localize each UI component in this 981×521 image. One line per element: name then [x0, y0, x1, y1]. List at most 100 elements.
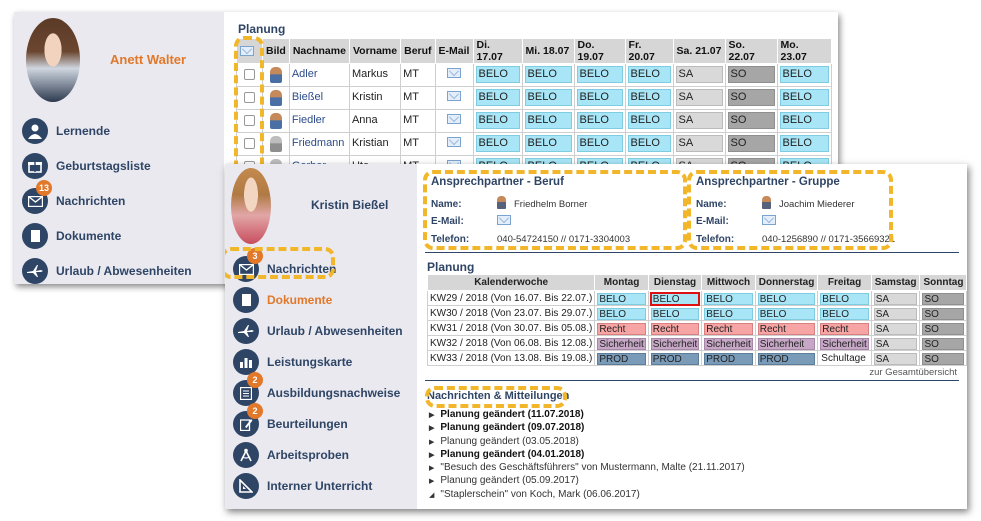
day-cell[interactable]: Schultage [817, 350, 872, 366]
day-cell[interactable]: Sicherheit [594, 335, 649, 351]
sidebar-item-leistungskarte[interactable]: Leistungskarte [233, 349, 352, 375]
day-cell[interactable]: Sicherheit [647, 335, 703, 351]
sidebar-item-nachrichten[interactable]: 13 Nachrichten [22, 180, 125, 214]
day-cell[interactable]: BELO [521, 63, 575, 87]
sidebar-item-dokumente[interactable]: Dokumente [22, 223, 121, 249]
day-cell[interactable]: SA [672, 86, 726, 110]
envelope-icon[interactable] [447, 114, 462, 124]
day-cell[interactable]: SA [870, 305, 921, 321]
day-cell[interactable]: BELO [817, 305, 872, 321]
day-cell[interactable]: SO [724, 132, 778, 156]
message-item[interactable]: ▶ Planung geändert (05.09.2017) [429, 474, 745, 487]
sidebar-item-dokumente[interactable]: Dokumente [233, 287, 332, 313]
day-cell[interactable]: BELO [472, 63, 523, 87]
sidebar-item-urlaub[interactable]: Urlaub / Abwesenheiten [233, 318, 403, 344]
message-item[interactable]: ▶ Planung geändert (11.07.2018) [429, 408, 745, 421]
nachname-cell[interactable]: Adler [288, 63, 350, 87]
day-cell[interactable]: SO [724, 109, 778, 133]
day-cell[interactable]: BELO [573, 109, 626, 133]
day-cell[interactable]: BELO [472, 86, 523, 110]
day-cell[interactable]: BELO [573, 63, 626, 87]
expand-triangle-icon[interactable]: ◢ [429, 489, 434, 502]
day-cell[interactable]: BELO [624, 63, 674, 87]
day-cell[interactable]: Recht [647, 320, 703, 336]
day-cell[interactable]: SO [919, 320, 967, 336]
sidebar-item-urlaub[interactable]: Urlaub / Abwesenheiten [22, 258, 192, 284]
expand-triangle-icon[interactable]: ▶ [429, 449, 434, 462]
day-cell[interactable]: BELO [701, 290, 756, 306]
day-cell[interactable]: PROD [594, 350, 649, 366]
day-cell[interactable]: BELO [817, 290, 872, 306]
day-cell[interactable]: SA [870, 335, 921, 351]
day-cell[interactable]: SO [919, 290, 967, 306]
day-cell[interactable]: BELO [472, 132, 523, 156]
message-item[interactable]: ▶ Planung geändert (04.01.2018) [429, 448, 745, 461]
sidebar-item-geburtstagsliste[interactable]: Geburtstagsliste [22, 153, 151, 179]
expand-triangle-icon[interactable]: ▶ [429, 409, 434, 422]
day-cell[interactable]: BELO [624, 109, 674, 133]
day-cell[interactable]: BELO [521, 109, 575, 133]
day-cell[interactable]: Recht [594, 320, 649, 336]
envelope-icon[interactable] [240, 45, 254, 56]
day-cell[interactable]: BELO [521, 86, 575, 110]
day-cell[interactable]: BELO [647, 290, 703, 306]
day-cell[interactable]: BELO [701, 305, 756, 321]
expand-triangle-icon[interactable]: ▶ [429, 422, 434, 435]
row-checkbox[interactable] [244, 69, 255, 80]
day-cell[interactable]: BELO [647, 305, 703, 321]
sidebar-item-lernende[interactable]: Lernende [22, 118, 110, 144]
day-cell[interactable]: SO [919, 305, 967, 321]
day-cell[interactable]: BELO [754, 305, 819, 321]
envelope-icon[interactable] [447, 137, 462, 147]
day-cell[interactable]: BELO [472, 109, 523, 133]
sidebar-item-beurteilungen[interactable]: 2 Beurteilungen [233, 403, 348, 437]
day-cell[interactable]: Recht [754, 320, 819, 336]
message-item[interactable]: ◢ "Staplerschein" von Koch, Mark (06.06.2… [429, 488, 745, 501]
day-cell[interactable]: BELO [624, 132, 674, 156]
sidebar-item-arbeitsproben[interactable]: Arbeitsproben [233, 442, 349, 468]
envelope-icon[interactable] [762, 215, 776, 225]
day-cell[interactable]: SA [870, 290, 921, 306]
sidebar-item-interner-unterricht[interactable]: Interner Unterricht [233, 473, 372, 499]
sidebar-item-ausbildungsnachweise[interactable]: 2 Ausbildungsnachweise [233, 372, 400, 406]
day-cell[interactable]: SA [672, 109, 726, 133]
nachname-link[interactable]: Adler [292, 68, 318, 80]
message-item[interactable]: ▶ Planung geändert (03.05.2018) [429, 435, 745, 448]
day-cell[interactable]: BELO [573, 132, 626, 156]
day-cell[interactable]: BELO [594, 290, 649, 306]
select-all-header[interactable] [236, 38, 263, 64]
row-checkbox[interactable] [244, 92, 255, 103]
day-cell[interactable]: SO [919, 335, 967, 351]
day-cell[interactable]: BELO [776, 86, 832, 110]
nachname-cell[interactable]: Fiedler [288, 109, 350, 133]
day-cell[interactable]: SA [870, 320, 921, 336]
day-cell[interactable]: BELO [624, 86, 674, 110]
expand-triangle-icon[interactable]: ▶ [429, 475, 434, 488]
day-cell[interactable]: BELO [776, 109, 832, 133]
envelope-icon[interactable] [447, 68, 462, 78]
day-cell[interactable]: SO [919, 350, 967, 366]
sidebar-item-nachrichten[interactable]: 3 Nachrichten [233, 248, 336, 282]
day-cell[interactable]: BELO [754, 290, 819, 306]
message-item[interactable]: ▶ "Besuch des Geschäftsführers" von Muste… [429, 461, 745, 474]
day-cell[interactable]: PROD [701, 350, 756, 366]
nachname-link[interactable]: Fiedler [292, 114, 326, 126]
envelope-icon[interactable] [497, 215, 511, 225]
day-cell[interactable]: BELO [776, 132, 832, 156]
day-cell[interactable]: BELO [521, 132, 575, 156]
day-cell[interactable]: Recht [701, 320, 756, 336]
day-cell[interactable]: BELO [594, 305, 649, 321]
day-cell[interactable]: SO [724, 86, 778, 110]
nachname-link[interactable]: Bießel [292, 91, 323, 103]
day-cell[interactable]: Recht [817, 320, 872, 336]
expand-triangle-icon[interactable]: ▶ [429, 462, 434, 475]
day-cell[interactable]: BELO [776, 63, 832, 87]
row-checkbox[interactable] [244, 138, 255, 149]
envelope-icon[interactable] [447, 91, 462, 101]
day-cell[interactable]: PROD [754, 350, 819, 366]
row-checkbox[interactable] [244, 115, 255, 126]
day-cell[interactable]: SA [870, 350, 921, 366]
day-cell[interactable]: Sicherheit [701, 335, 756, 351]
day-cell[interactable]: SO [724, 63, 778, 87]
message-item[interactable]: ▶ Planung geändert (09.07.2018) [429, 421, 745, 434]
